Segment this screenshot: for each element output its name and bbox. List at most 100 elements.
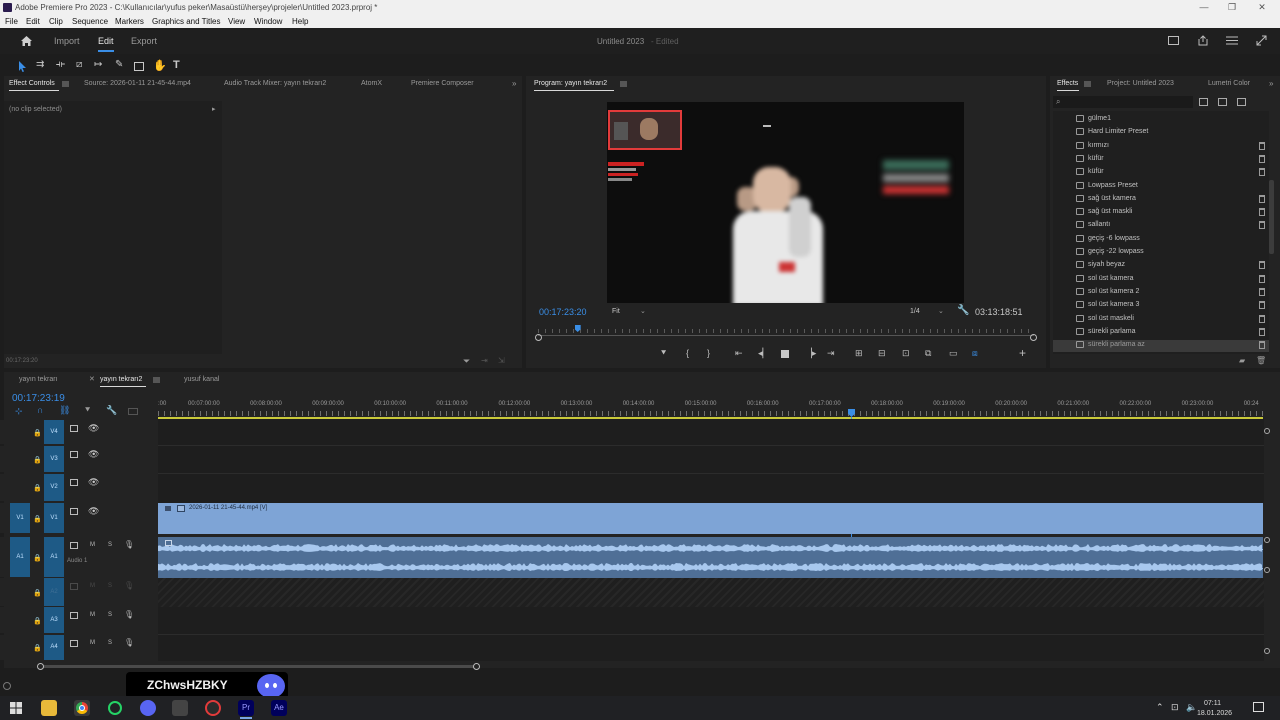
app-taskbar-icon[interactable] [172,700,188,716]
track-target-a4[interactable]: A4 [44,635,64,660]
button-editor-add-icon[interactable]: + [1019,346,1026,360]
new-bin-icon[interactable]: ▰ [1239,356,1245,365]
comparison-view-icon[interactable]: ⧉ [925,348,931,359]
track-target-v3[interactable]: V3 [44,446,64,472]
delete-icon[interactable]: 🗑 [1256,356,1266,365]
track-target-v2[interactable]: V2 [44,474,64,501]
solo-track-button[interactable]: S [108,542,112,548]
effects-more-icon[interactable]: » [1269,79,1273,88]
tab-audio-track-mixer[interactable]: Audio Track Mixer: yayın tekrarı2 [224,80,326,87]
tab-premiere-composer[interactable]: Premiere Composer [411,80,474,87]
preset-delete-icon[interactable] [1259,194,1265,203]
lock-track-icon[interactable]: 🔒 [33,515,42,523]
linked-selection-icon[interactable]: ⛓ [59,405,70,416]
timeline-tab-3[interactable]: yusuf kanal [184,376,219,383]
extract-icon[interactable]: ⊟ [878,348,886,359]
more-tabs-icon[interactable]: » [512,79,516,88]
notifications-icon[interactable] [1253,702,1264,712]
play-only-icon[interactable]: ⇥ [481,356,488,365]
fit-chevron-icon[interactable]: ⌄ [640,307,646,315]
track-header-a3[interactable]: 🔒 A3 M S 🎙 [0,607,158,633]
lock-track-icon[interactable]: 🔒 [33,484,42,492]
timeline-tab-1[interactable]: yayın tekrarı [19,376,58,383]
sync-lock-icon[interactable] [70,583,78,590]
track-header-a2[interactable]: 🔒 A2 M S 🎙 [0,578,158,606]
toggle-output-eye-icon[interactable]: 👁 [88,506,99,517]
insert-nest-icon[interactable]: ⊹ [15,406,23,417]
track-header-v2[interactable]: 🔒 V2 👁 [0,474,158,501]
track-header-a4[interactable]: 🔒 A4 M S 🎙 [0,635,158,660]
tray-chevron-icon[interactable]: ⌃ [1156,702,1164,713]
expand-arrow-icon[interactable]: ▸ [212,105,216,113]
effect-preset-item[interactable]: sürekli parlama [1076,327,1271,339]
video-scroll-bottom[interactable] [1264,537,1270,543]
resolution-select[interactable]: 1/4 [910,308,920,315]
track-header-v1[interactable]: V1 🔒 V1 👁 [0,503,158,533]
sync-lock-icon[interactable] [70,425,78,432]
toggle-output-eye-icon[interactable]: 👁 [88,449,99,460]
zoom-fit-select[interactable]: Fit [612,308,620,315]
effects-menu-icon[interactable] [1084,81,1091,87]
voiceover-record-icon[interactable]: 🎙 [124,540,134,549]
stop-button[interactable] [781,350,789,358]
home-icon[interactable] [20,35,33,47]
preset-delete-icon[interactable] [1259,154,1265,163]
fullscreen-icon[interactable] [1256,35,1267,46]
sync-lock-icon[interactable] [70,612,78,619]
effect-preset-item[interactable]: sol üst kamera 2 [1076,287,1271,299]
rectangle-tool-icon[interactable] [134,62,144,71]
timeline-zoom-right-handle[interactable] [473,663,480,670]
sync-lock-icon[interactable] [70,542,78,549]
obs-icon[interactable] [205,700,221,716]
export-tab[interactable]: Export [131,36,157,46]
preset-delete-icon[interactable] [1259,327,1265,336]
timeline-zoom-bar[interactable] [40,665,478,668]
mute-track-button[interactable]: M [90,640,95,646]
mute-track-button[interactable]: M [90,542,95,548]
import-tab[interactable]: Import [54,36,80,46]
ripple-edit-icon[interactable]: ⟛ [56,59,65,70]
effect-preset-item[interactable]: Lowpass Preset [1076,181,1271,193]
timeline-menu-icon[interactable] [153,377,160,383]
selection-tool-icon[interactable] [18,61,27,72]
go-to-in-icon[interactable]: ⇤ [735,348,743,359]
step-forward-icon[interactable]: ▕▸ [805,348,816,359]
sync-lock-icon[interactable] [70,479,78,486]
file-explorer-icon[interactable] [41,700,57,716]
effect-preset-item[interactable]: sağ üst maskli [1076,207,1271,219]
zoom-handle-right[interactable] [1030,334,1037,341]
effect-preset-item[interactable]: küfür [1076,167,1271,179]
filter-icon[interactable]: ⏷ [463,356,470,367]
toggle-output-eye-icon[interactable]: 👁 [88,477,99,488]
preset-delete-icon[interactable] [1259,168,1265,177]
32bit-effects-icon[interactable] [1218,98,1227,106]
multicam-icon[interactable]: ⧈ [972,348,978,359]
tab-lumetri-color[interactable]: Lumetri Color [1208,80,1250,87]
track-target-v1[interactable]: V1 [44,503,64,533]
menu-graphics-and-titles[interactable]: Graphics and Titles [152,17,220,26]
source-patch-a1[interactable]: A1 [10,537,30,577]
close-sequence-icon[interactable]: ✕ [89,375,95,383]
menu-clip[interactable]: Clip [49,17,63,26]
volume-icon[interactable]: 🔈 [1186,702,1197,713]
voiceover-record-icon[interactable]: 🎙 [124,638,134,647]
preset-delete-icon[interactable] [1259,221,1265,230]
mute-track-button[interactable]: M [90,612,95,618]
mute-track-button[interactable]: M [90,583,95,589]
track-header-v3[interactable]: 🔒 V3 👁 [0,446,158,472]
tab-project[interactable]: Project: Untitled 2023 [1107,80,1174,87]
effect-preset-item[interactable]: sağ üst kamera [1076,194,1271,206]
premiere-taskbar-icon[interactable]: Pr [238,700,254,716]
lock-track-icon[interactable]: 🔒 [33,644,42,652]
menu-help[interactable]: Help [292,17,308,26]
menu-view[interactable]: View [228,17,245,26]
panel-menu-icon[interactable] [62,81,69,87]
razor-tool-icon[interactable]: ⧄ [76,59,82,70]
sync-lock-icon[interactable] [70,451,78,458]
timeline-tab-2[interactable]: yayın tekrarı2 [100,376,142,383]
menu-file[interactable]: File [5,17,18,26]
effect-preset-item[interactable]: sol üst kamera 3 [1076,300,1271,312]
hand-tool-icon[interactable]: ✋ [153,59,167,72]
source-patch-v1[interactable]: V1 [10,503,30,533]
mark-out-icon[interactable]: } [707,348,710,358]
